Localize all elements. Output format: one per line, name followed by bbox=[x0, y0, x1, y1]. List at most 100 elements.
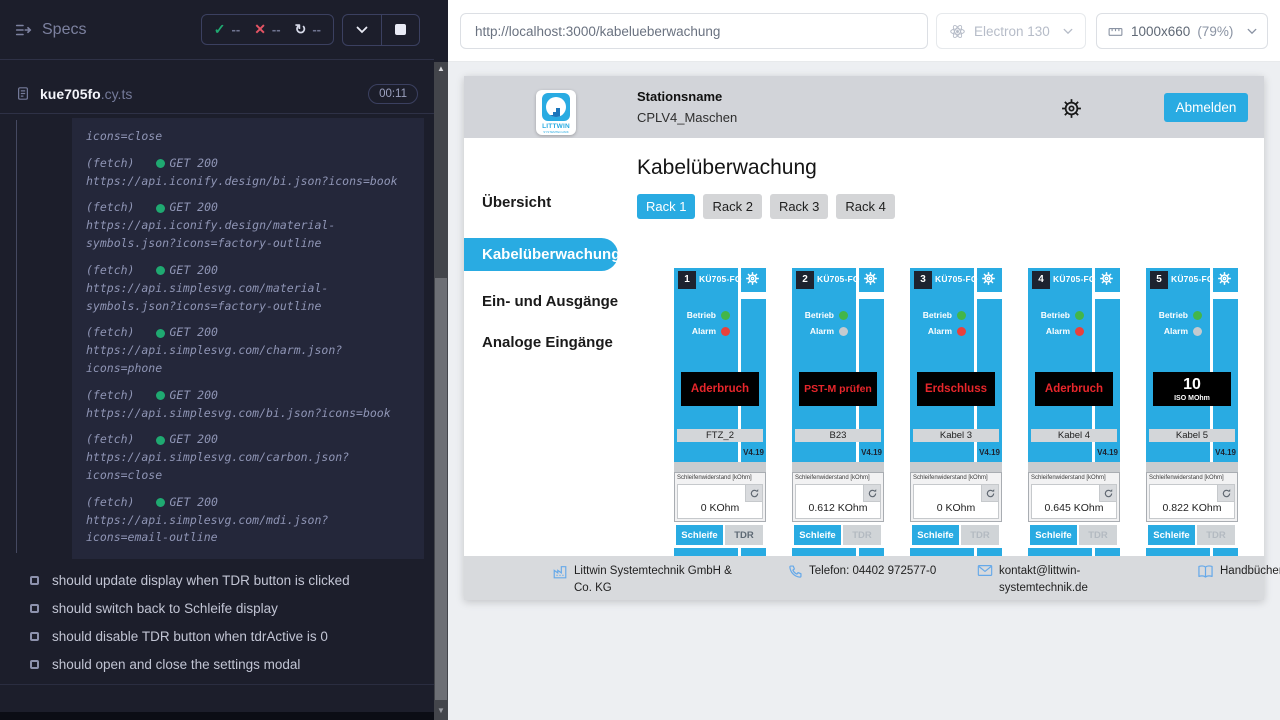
resistance-value: 0 KOhm bbox=[914, 502, 998, 514]
device-separator bbox=[792, 462, 884, 472]
browser-topbar: http://localhost:3000/kabelueberwachung … bbox=[448, 0, 1280, 62]
test-item[interactable]: should disable TDR button when tdrActive… bbox=[0, 622, 434, 650]
device-number: 3 bbox=[914, 271, 932, 289]
command-log: icons=close (fetch)GET 200https://api.ico… bbox=[72, 118, 424, 559]
electron-icon bbox=[949, 23, 966, 40]
logout-button[interactable]: Abmelden bbox=[1164, 93, 1248, 122]
refresh-icon[interactable] bbox=[745, 485, 762, 502]
url-input[interactable]: http://localhost:3000/kabelueberwachung bbox=[460, 13, 928, 49]
nav-item-ein-und-ausgänge[interactable]: Ein- und Ausgänge bbox=[464, 293, 630, 310]
tdr-button[interactable]: TDR bbox=[961, 525, 999, 545]
device-cable-label: Kabel 5 bbox=[1149, 429, 1235, 442]
scrollbar-thumb[interactable] bbox=[435, 278, 447, 700]
schleife-button[interactable]: Schleife bbox=[1148, 525, 1195, 545]
schleife-button[interactable]: Schleife bbox=[1030, 525, 1077, 545]
device-settings-icon[interactable] bbox=[1217, 271, 1232, 286]
nav-item-übersicht[interactable]: Übersicht bbox=[464, 194, 630, 211]
betrieb-indicator: Betrieb bbox=[1150, 310, 1202, 320]
log-entry[interactable]: (fetch)GET 200https://api.simplesvg.com/… bbox=[86, 494, 410, 547]
log-entry[interactable]: (fetch)GET 200https://api.simplesvg.com/… bbox=[86, 431, 410, 484]
betrieb-led bbox=[721, 311, 730, 320]
device-settings-icon[interactable] bbox=[863, 271, 878, 286]
betrieb-led bbox=[1193, 311, 1202, 320]
scroll-down-icon[interactable]: ▼ bbox=[434, 706, 448, 715]
chevron-down-icon bbox=[1063, 28, 1073, 35]
schleife-button[interactable]: Schleife bbox=[676, 525, 723, 545]
rack-tab-4[interactable]: Rack 4 bbox=[836, 194, 894, 219]
resistance-panel: Schleifenwiderstand [kOhm] 0 KOhm bbox=[674, 472, 766, 522]
footer-email[interactable]: kontakt@littwin-systemtechnik.de bbox=[977, 563, 1117, 600]
betrieb-indicator: Betrieb bbox=[796, 310, 848, 320]
nav-item-kabelüberwachung[interactable]: Kabelüberwachung bbox=[464, 238, 618, 271]
device-firmware-version: V4.19 bbox=[1215, 448, 1236, 457]
stop-button[interactable] bbox=[381, 15, 419, 45]
test-list: should update display when TDR button is… bbox=[0, 566, 434, 678]
device-model: KÜ705-FO bbox=[699, 274, 742, 284]
device-cards: 1 KÜ705-FO Betrieb Alarm Aderbruch FTZ_2… bbox=[674, 268, 1238, 556]
log-entry[interactable]: (fetch)GET 200https://api.simplesvg.com/… bbox=[86, 262, 410, 315]
alarm-indicator: Alarm bbox=[914, 326, 966, 336]
device-card: 5 KÜ705-FO Betrieb Alarm 10ISO MOhm Kabe… bbox=[1146, 268, 1238, 556]
device-model: KÜ705-FO bbox=[1053, 274, 1096, 284]
specs-menu-icon[interactable] bbox=[14, 21, 32, 39]
alarm-led bbox=[839, 327, 848, 336]
station-label: Stationsname bbox=[637, 89, 737, 104]
footer-manuals[interactable]: Handbücher bbox=[1197, 563, 1280, 600]
failed-icon: ✕ bbox=[254, 21, 266, 38]
test-item[interactable]: should update display when TDR button is… bbox=[0, 566, 434, 594]
rack-tab-2[interactable]: Rack 2 bbox=[703, 194, 761, 219]
browser-selector[interactable]: Electron 130 bbox=[936, 13, 1086, 49]
tdr-button[interactable]: TDR bbox=[1197, 525, 1235, 545]
device-settings-icon[interactable] bbox=[745, 271, 760, 286]
status-ok-dot bbox=[156, 498, 165, 507]
tdr-button[interactable]: TDR bbox=[725, 525, 763, 545]
runner-controls bbox=[342, 14, 420, 46]
betrieb-led bbox=[1075, 311, 1084, 320]
app-header: LITTWIN SYSTEMTECHNIK Stationsname CPLV4… bbox=[464, 76, 1264, 138]
scroll-up-icon[interactable]: ▲ bbox=[434, 64, 448, 73]
refresh-icon[interactable] bbox=[863, 485, 880, 502]
log-entry[interactable]: icons=close bbox=[86, 128, 410, 146]
test-item[interactable]: should switch back to Schleife display bbox=[0, 594, 434, 622]
rack-tab-3[interactable]: Rack 3 bbox=[770, 194, 828, 219]
device-bottom-strip bbox=[792, 548, 856, 556]
device-number: 1 bbox=[678, 271, 696, 289]
log-entry[interactable]: (fetch)GET 200https://api.simplesvg.com/… bbox=[86, 387, 410, 423]
browser-name: Electron 130 bbox=[974, 24, 1050, 39]
log-entry[interactable]: (fetch)GET 200https://api.iconify.design… bbox=[86, 199, 410, 252]
resistance-value: 0.645 KOhm bbox=[1032, 502, 1116, 514]
device-firmware-version: V4.19 bbox=[743, 448, 764, 457]
collapse-button[interactable] bbox=[343, 15, 381, 45]
viewport-zoom: (79%) bbox=[1197, 24, 1233, 39]
rack-tab-1[interactable]: Rack 1 bbox=[637, 194, 695, 219]
tdr-button[interactable]: TDR bbox=[843, 525, 881, 545]
refresh-icon[interactable] bbox=[1217, 485, 1234, 502]
app-nav: Übersicht Kabelüberwachung Ein- und Ausgän… bbox=[464, 138, 630, 556]
schleife-button[interactable]: Schleife bbox=[912, 525, 959, 545]
spec-row[interactable]: kue705fo.cy.ts 00:11 bbox=[0, 74, 434, 114]
status-ok-dot bbox=[156, 436, 165, 445]
refresh-icon[interactable] bbox=[981, 485, 998, 502]
phone-icon bbox=[788, 564, 803, 579]
log-entry[interactable]: (fetch)GET 200https://api.simplesvg.com/… bbox=[86, 324, 410, 377]
tdr-button[interactable]: TDR bbox=[1079, 525, 1117, 545]
log-entry[interactable]: (fetch)GET 200https://api.iconify.design… bbox=[86, 155, 410, 191]
alarm-indicator: Alarm bbox=[1150, 326, 1202, 336]
device-settings-icon[interactable] bbox=[981, 271, 996, 286]
status-ok-dot bbox=[156, 329, 165, 338]
refresh-icon[interactable] bbox=[1099, 485, 1116, 502]
resistance-value: 0 KOhm bbox=[678, 502, 762, 514]
app-under-test: LITTWIN SYSTEMTECHNIK Stationsname CPLV4… bbox=[464, 76, 1264, 600]
device-settings-icon[interactable] bbox=[1099, 271, 1114, 286]
device-status-display: PST-M prüfen bbox=[799, 372, 877, 406]
device-model: KÜ705-FO bbox=[1171, 274, 1214, 284]
schleife-button[interactable]: Schleife bbox=[794, 525, 841, 545]
device-number: 5 bbox=[1150, 271, 1168, 289]
viewport-icon bbox=[1107, 23, 1124, 40]
viewport-selector[interactable]: 1000x660 (79%) bbox=[1096, 13, 1268, 49]
betrieb-indicator: Betrieb bbox=[914, 310, 966, 320]
nav-item-analoge-eingänge[interactable]: Analoge Eingänge bbox=[464, 334, 630, 351]
settings-gear-icon[interactable] bbox=[1060, 97, 1083, 120]
test-item[interactable]: should open and close the settings modal bbox=[0, 650, 434, 678]
device-status-display: Aderbruch bbox=[1035, 372, 1113, 406]
